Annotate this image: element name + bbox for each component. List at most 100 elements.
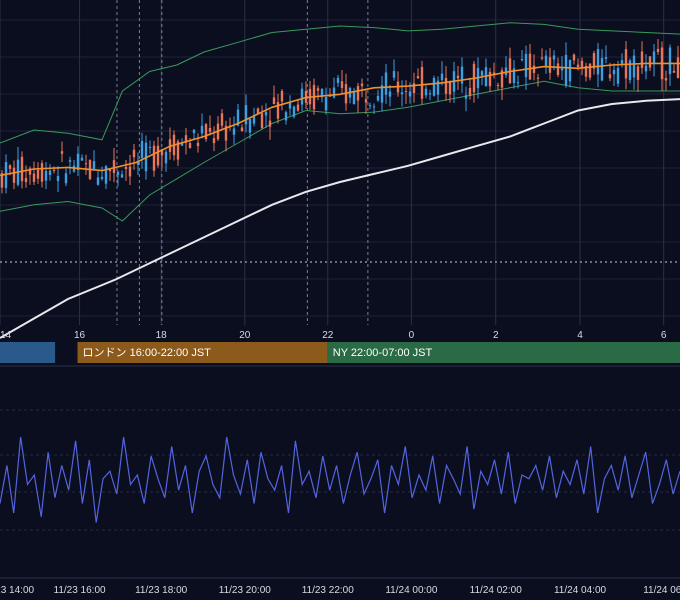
candle-body [520,58,524,61]
candle-body [460,66,464,84]
candle-body [440,73,444,81]
candle-body [296,104,300,111]
hour-tick-label: 6 [661,330,667,341]
candle-body [336,77,340,83]
oscillator-time-axis: 11/23 14:00 11/23 16:00 11/23 18:00 11/23 2… [0,585,680,596]
candle-body [112,160,116,173]
date-time-tick-label: 11/23 14:00 [0,585,35,596]
candle-body [612,70,616,75]
date-time-tick-label: 11/24 02:00 [470,585,523,596]
candle-body [616,67,620,84]
candle-body [632,55,636,78]
candle-body [448,82,452,95]
candle-body [100,176,104,179]
candle-body [200,125,204,134]
session-band-label: NY 22:00-07:00 JST [333,347,433,359]
candle-body [428,93,432,95]
candle-body [48,170,52,175]
candle-body [668,47,672,75]
candle-body [576,64,580,67]
candle-body [364,99,368,103]
candle-body [244,105,248,125]
candle-body [652,51,656,65]
candle-body [488,71,492,87]
candle-body [164,151,168,164]
candle-body [240,127,244,132]
candle-body [524,53,528,78]
candle-body [140,141,144,158]
candle-body [384,72,388,95]
candle-body [444,77,448,94]
candle-body [32,173,36,182]
candle-body [152,145,156,171]
hour-tick-label: 0 [409,330,415,341]
candle-body [424,88,428,96]
candle-body [268,120,272,127]
candle-body [464,95,468,99]
hour-tick-label: 4 [577,330,583,341]
candle-body [516,82,520,84]
session-band-label: ロンドン 16:00-22:00 JST [83,347,212,359]
candle-body [8,165,12,169]
candle-body [300,88,304,105]
date-time-tick-label: 11/23 18:00 [135,585,188,596]
candle-body [36,169,40,179]
candle-body [12,167,16,183]
candle-body [272,97,276,105]
date-time-tick-label: 11/24 06: [643,585,680,596]
candle-body [600,57,604,81]
candle-body [128,166,132,177]
candle-body [496,85,500,87]
candle-body [80,157,84,161]
candle-body [332,87,336,98]
hour-tick-label: 20 [239,330,251,341]
chart-background [0,0,680,600]
candle-body [44,170,48,181]
candle-body [572,54,576,61]
candle-body [212,138,216,144]
candle-body [120,174,124,178]
candle-body [356,86,360,101]
candle-body [636,66,640,80]
session-band [0,342,56,363]
candle-body [456,75,460,79]
candle-body [564,54,568,86]
candle-body [640,51,644,68]
candle-body [56,176,60,181]
candle-body [40,163,44,182]
candle-body [664,78,668,81]
candle-body [60,151,64,154]
candle-body [84,163,88,165]
candle-body [432,77,436,96]
candle-body [656,48,660,53]
candle-body [248,118,252,133]
candle-body [188,143,192,149]
candle-body [20,156,24,182]
candle-body [264,111,268,116]
candle-body [676,57,680,78]
candle-body [132,149,136,158]
hour-tick-label: 14 [0,330,12,341]
candle-body [316,88,320,91]
session-bands: ロンドン 16:00-22:00 JST NY 22:00-07:00 JST [0,342,680,363]
candle-body [360,83,364,87]
candle-body [352,90,356,105]
candle-body [604,57,608,59]
candle-body [644,65,648,72]
candle-body [124,166,128,170]
trading-chart: 14 16 18 20 22 0 2 4 6 ロンドン 16:00-22:00 JST NY 22… [0,0,680,600]
candle-body [156,145,160,166]
candle-body [392,71,396,78]
candle-body [568,59,572,82]
candle-body [208,127,212,132]
candle-body [480,71,484,76]
candle-body [596,49,600,75]
candle-body [400,92,404,95]
date-time-tick-label: 11/23 16:00 [54,585,107,596]
candle-body [404,91,408,93]
candle-body [284,112,288,121]
candle-body [420,66,424,99]
candle-body [324,97,328,111]
candle-body [468,87,472,97]
candle-body [408,91,412,97]
